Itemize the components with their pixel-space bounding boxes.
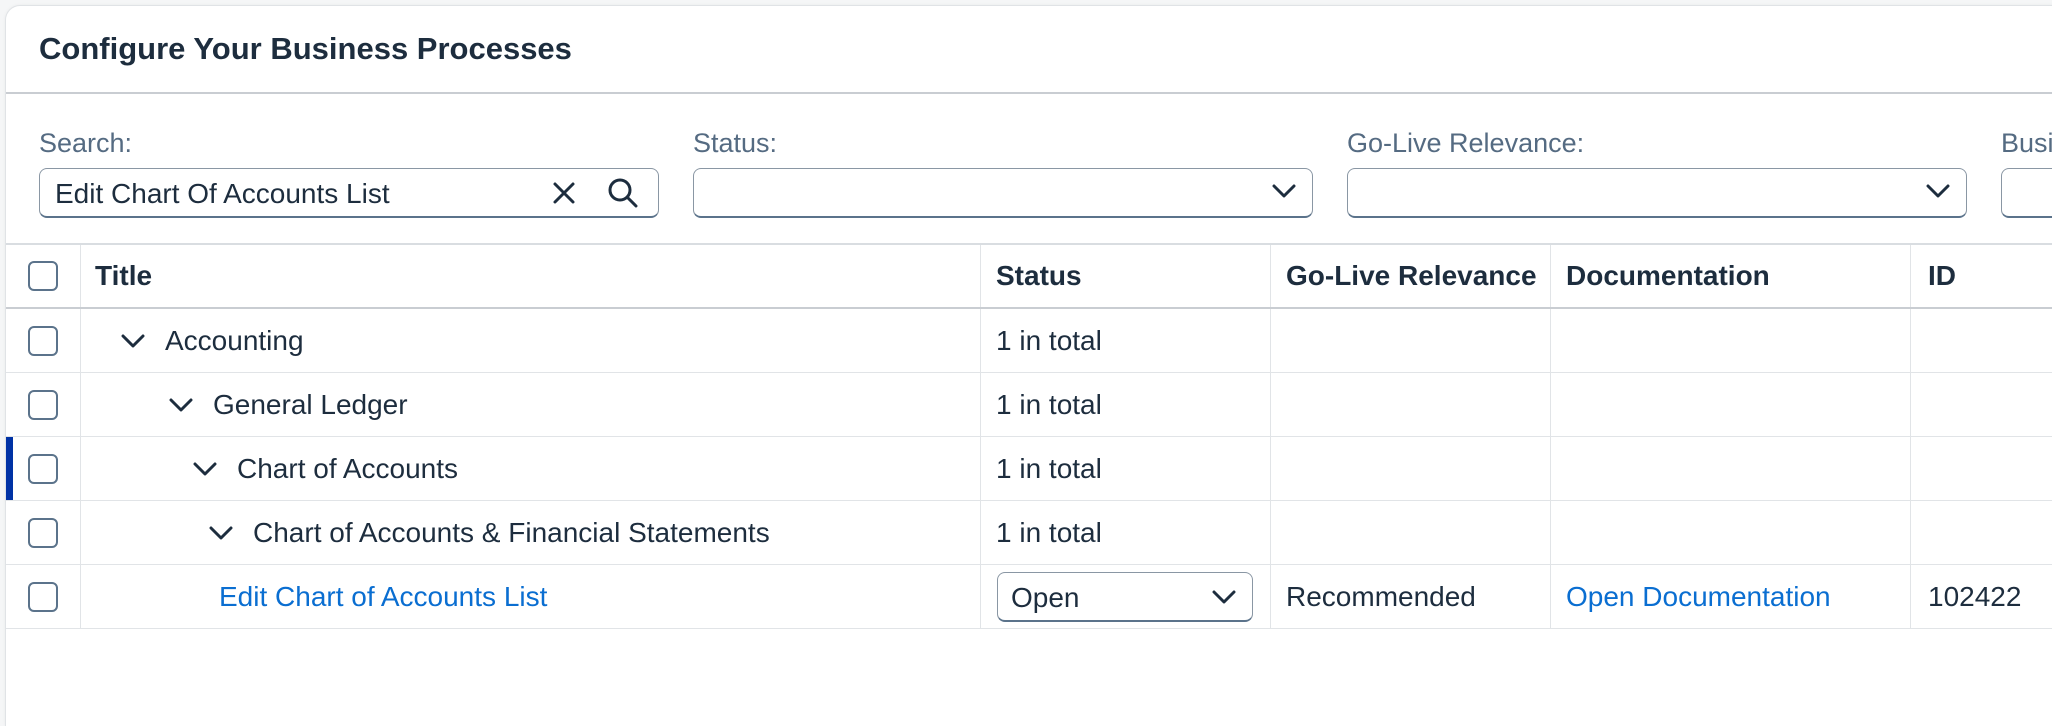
golive-filter-label: Go-Live Relevance: (1347, 128, 1585, 158)
documentation-cell (1551, 501, 1911, 564)
select-all-cell (6, 245, 81, 307)
chevron-down-icon[interactable] (169, 397, 193, 413)
status-cell: 1 in total (981, 309, 1271, 372)
id-cell (1911, 373, 2052, 436)
row-select-cell (6, 565, 81, 628)
golive-filter-select[interactable] (1347, 168, 1967, 218)
row-select-cell (6, 309, 81, 372)
row-title: General Ledger (213, 388, 408, 420)
title-cell: Accounting (81, 309, 981, 372)
documentation-cell (1551, 437, 1911, 500)
documentation-cell: Open Documentation (1551, 565, 1911, 628)
row-title: Accounting (165, 324, 304, 356)
golive-cell (1271, 501, 1551, 564)
page-title: Configure Your Business Processes (39, 31, 572, 66)
search-label: Search: (39, 128, 133, 158)
column-header-golive[interactable]: Go-Live Relevance (1271, 245, 1551, 307)
status-cell: 1 in total (981, 501, 1271, 564)
id-cell: 102422 (1928, 580, 2022, 612)
chevron-down-icon[interactable] (121, 333, 145, 349)
golive-cell: Recommended (1271, 565, 1551, 628)
row-checkbox[interactable] (28, 389, 58, 420)
search-icon[interactable] (607, 177, 639, 209)
chevron-down-icon[interactable] (193, 461, 217, 477)
table-row[interactable]: Chart of Accounts & Financial Statements… (6, 501, 2052, 565)
chevron-down-icon (1926, 184, 1950, 198)
process-link[interactable]: Edit Chart of Accounts List (219, 581, 547, 613)
row-title: Chart of Accounts & Financial Statements (253, 516, 770, 548)
column-header-id[interactable]: ID (1911, 245, 2052, 307)
column-header-status[interactable]: Status (981, 245, 1271, 307)
id-cell (1911, 309, 2052, 372)
row-checkbox[interactable] (28, 581, 58, 612)
chevron-down-icon (1212, 590, 1236, 603)
golive-cell (1271, 373, 1551, 436)
configure-panel: Configure Your Business Processes Search… (6, 6, 2052, 726)
clear-icon[interactable] (551, 180, 577, 206)
id-cell (1911, 501, 2052, 564)
process-table: Title Status Go-Live Relevance Documenta… (6, 243, 2052, 629)
row-checkbox[interactable] (28, 517, 58, 548)
row-select-cell (6, 437, 81, 500)
business-filter-label: Busi (2001, 128, 2052, 158)
chevron-down-icon[interactable] (209, 525, 233, 541)
table-row[interactable]: General Ledger 1 in total (6, 373, 2052, 437)
search-input[interactable]: Edit Chart Of Accounts List (39, 168, 659, 218)
status-cell: Open (981, 565, 1271, 628)
page-header: Configure Your Business Processes (6, 6, 2052, 94)
row-checkbox[interactable] (28, 325, 58, 356)
documentation-cell (1551, 309, 1911, 372)
row-select-cell (6, 373, 81, 436)
title-cell: Chart of Accounts (81, 437, 981, 500)
status-filter-label: Status: (693, 128, 778, 158)
status-select-value: Open (1011, 581, 1080, 613)
row-select-cell (6, 501, 81, 564)
table-header-row: Title Status Go-Live Relevance Documenta… (6, 245, 2052, 309)
golive-cell (1271, 309, 1551, 372)
documentation-cell (1551, 373, 1911, 436)
table-row[interactable]: Chart of Accounts 1 in total (6, 437, 2052, 501)
table-row[interactable]: Edit Chart of Accounts List Open Recomme… (6, 565, 2052, 629)
column-header-documentation[interactable]: Documentation (1551, 245, 1911, 307)
row-checkbox[interactable] (28, 453, 58, 484)
select-all-checkbox[interactable] (28, 261, 58, 291)
status-cell: 1 in total (981, 437, 1271, 500)
open-documentation-link[interactable]: Open Documentation (1566, 581, 1831, 613)
status-filter-select[interactable] (693, 168, 1313, 218)
table-row[interactable]: Accounting 1 in total (6, 309, 2052, 373)
golive-cell (1271, 437, 1551, 500)
business-filter-select[interactable] (2001, 168, 2052, 218)
column-header-title[interactable]: Title (81, 245, 981, 307)
title-cell: Edit Chart of Accounts List (81, 565, 981, 628)
status-cell: 1 in total (981, 373, 1271, 436)
title-cell: Chart of Accounts & Financial Statements (81, 501, 981, 564)
row-title: Chart of Accounts (237, 452, 459, 484)
status-select[interactable]: Open (997, 571, 1253, 622)
chevron-down-icon (1272, 184, 1296, 198)
search-input-value: Edit Chart Of Accounts List (55, 178, 390, 209)
id-cell (1911, 437, 2052, 500)
title-cell: General Ledger (81, 373, 981, 436)
